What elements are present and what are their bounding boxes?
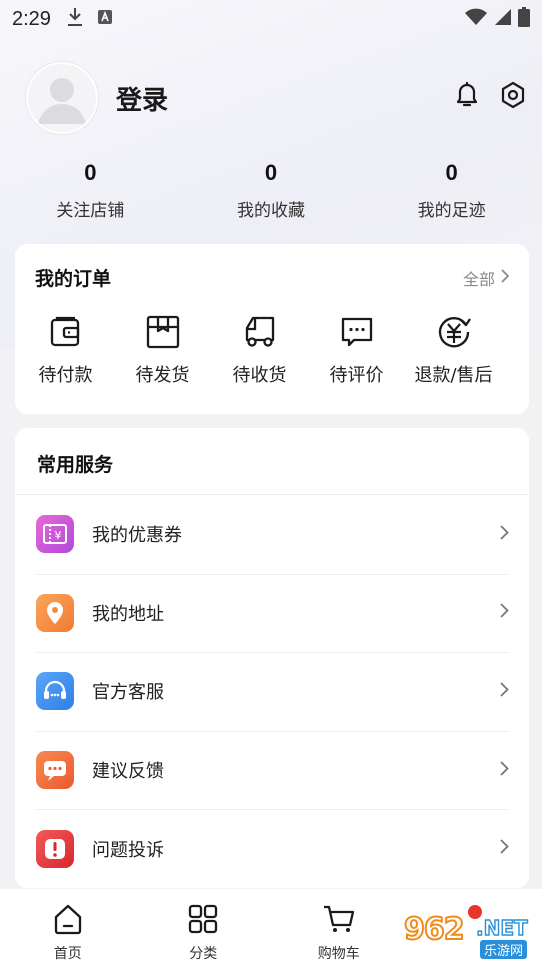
tab-category[interactable]: 分类 <box>136 889 272 965</box>
orders-card: 我的订单 全部 待付款 待发货 待收货 待评价 退款/售后 <box>15 244 529 414</box>
stat-value: 0 <box>264 160 278 185</box>
refund-icon <box>405 313 502 351</box>
stat-followed-shops[interactable]: 0 关注店铺 <box>0 160 181 221</box>
service-my-address[interactable]: 我的地址 <box>15 573 529 653</box>
service-label: 我的优惠券 <box>92 525 182 547</box>
stat-label: 关注店铺 <box>56 201 125 221</box>
category-icon <box>187 903 219 939</box>
coupon-icon: ¥ <box>36 515 74 554</box>
stat-value: 0 <box>84 160 97 185</box>
cart-icon <box>322 903 356 939</box>
service-label: 官方客服 <box>92 682 164 704</box>
service-label: 建议反馈 <box>92 761 164 783</box>
tab-label: 首页 <box>53 946 82 962</box>
wallet-icon <box>17 313 114 351</box>
signal-icon <box>494 8 512 30</box>
watermark-logo: 962 .NET 乐游网 <box>403 911 540 960</box>
stat-label: 我的收藏 <box>237 201 305 221</box>
order-refund-after-sales[interactable]: 退款/售后 <box>405 313 502 387</box>
services-card: 常用服务 ¥ 我的优惠券 我的地址 官方客服 建议反馈 问题投诉 <box>15 428 529 888</box>
chevron-right-icon <box>500 839 509 858</box>
service-customer-support[interactable]: 官方客服 <box>15 652 529 731</box>
stat-favorites[interactable]: 0 我的收藏 <box>181 160 362 221</box>
complaint-icon <box>36 829 74 868</box>
chevron-right-icon <box>501 268 510 287</box>
orders-title: 我的订单 <box>35 268 112 290</box>
truck-icon <box>211 313 308 351</box>
profile-row[interactable]: 登录 <box>26 62 168 134</box>
orders-all-label[interactable]: 全部 <box>463 266 495 290</box>
order-pending-payment[interactable]: 待付款 <box>17 313 114 387</box>
stat-label: 我的足迹 <box>417 201 486 221</box>
location-icon <box>36 593 74 632</box>
service-my-coupons[interactable]: ¥ 我的优惠券 <box>15 495 529 574</box>
feedback-icon <box>36 751 74 790</box>
tab-label: 购物车 <box>317 946 360 962</box>
wifi-icon <box>464 8 488 30</box>
order-pending-receipt[interactable]: 待收货 <box>211 313 308 387</box>
avatar[interactable] <box>26 62 98 134</box>
package-icon <box>114 313 211 351</box>
watermark-sub: 乐游网 <box>480 940 528 959</box>
services-title: 常用服务 <box>37 454 114 476</box>
comment-icon <box>308 313 405 351</box>
home-icon <box>52 903 84 939</box>
stat-value: 0 <box>445 160 458 185</box>
tab-cart[interactable]: 购物车 <box>271 889 407 965</box>
order-label: 待收货 <box>232 365 287 386</box>
chevron-right-icon <box>500 525 509 544</box>
headset-icon <box>36 672 74 711</box>
service-complaint[interactable]: 问题投诉 <box>15 809 529 888</box>
stats-row: 0 关注店铺 0 我的收藏 0 我的足迹 <box>0 160 542 221</box>
order-label: 待付款 <box>38 365 93 386</box>
service-label: 我的地址 <box>92 603 164 625</box>
stat-footprints[interactable]: 0 我的足迹 <box>361 160 542 221</box>
orders-all-link[interactable]: 全部 <box>463 266 510 290</box>
service-feedback[interactable]: 建议反馈 <box>15 730 529 810</box>
chevron-right-icon <box>500 682 509 701</box>
order-label: 待评价 <box>329 365 384 386</box>
watermark-net: .NET <box>475 915 528 940</box>
keyboard-a-icon <box>97 9 113 29</box>
status-bar: 2:29 <box>0 0 542 38</box>
bell-icon[interactable] <box>452 80 482 114</box>
order-label: 待发货 <box>135 365 190 386</box>
settings-icon[interactable] <box>498 80 528 114</box>
tab-label: 分类 <box>189 946 218 962</box>
tab-home[interactable]: 首页 <box>0 889 136 965</box>
download-icon <box>67 7 83 31</box>
battery-icon <box>518 7 530 31</box>
order-pending-review[interactable]: 待评价 <box>308 313 405 387</box>
service-label: 问题投诉 <box>92 839 164 861</box>
status-time: 2:29 <box>12 7 51 30</box>
order-label: 退款/售后 <box>414 365 493 386</box>
watermark-digits: 962 <box>403 911 466 948</box>
login-label[interactable]: 登录 <box>116 80 168 117</box>
order-pending-shipment[interactable]: 待发货 <box>114 313 211 387</box>
svg-text:¥: ¥ <box>55 529 62 542</box>
chevron-right-icon <box>500 603 509 622</box>
chevron-right-icon <box>500 760 509 780</box>
